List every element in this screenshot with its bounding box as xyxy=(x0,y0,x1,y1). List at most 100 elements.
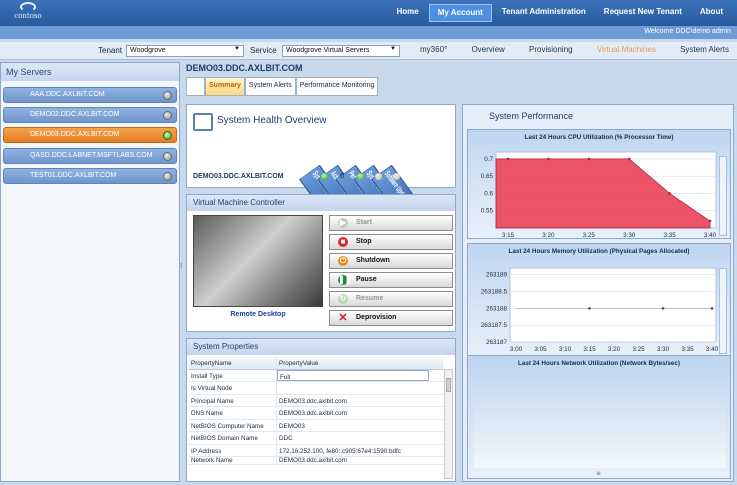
service-select[interactable]: Woodgrove Virtual Servers ▼ xyxy=(282,45,400,57)
logo-text: contoso xyxy=(14,12,42,20)
tab-performance-monitoring[interactable]: Performance Monitoring xyxy=(295,77,379,96)
table-row[interactable]: Install Type Full xyxy=(189,369,443,382)
subnav-overview[interactable]: Overview xyxy=(471,45,504,60)
memory-data-point xyxy=(710,307,714,310)
memory-x-tick: 3:40 xyxy=(706,346,719,353)
table-row[interactable]: IP Address 172.16.252.100, fe80::c905:67e… xyxy=(189,444,443,457)
active-alerts-count[interactable]: 0 xyxy=(340,172,344,180)
cpu-chart-scrollbar[interactable] xyxy=(719,156,727,236)
memory-y-tick: 263187.5 xyxy=(481,322,508,329)
sub-nav: my360° Overview Provisioning Virtual Mac… xyxy=(410,42,737,60)
topnav-tenant-administration[interactable]: Tenant Administration xyxy=(494,4,594,22)
server-item-demo02[interactable]: DEMO02.DDC.AXLBIT.COM xyxy=(3,107,177,123)
prop-name: NetBIOS Computer Name xyxy=(189,419,277,431)
deprovision-button-label: Deprovision xyxy=(356,314,397,321)
resize-grip-icon[interactable]: ≡ xyxy=(596,470,601,477)
server-item-test01[interactable]: TEST01.DDC.AXLBIT.COM xyxy=(3,168,177,184)
server-item-demo03[interactable]: DEMO03.DDC.AXLBIT.COM xyxy=(3,127,177,143)
cpu-y-tick: 0.65 xyxy=(481,173,494,180)
pause-button[interactable]: ❚❚ Pause xyxy=(329,272,453,288)
subnav-provisioning[interactable]: Provisioning xyxy=(529,45,573,60)
memory-chart-scrollbar[interactable] xyxy=(719,268,727,354)
memory-y-tick: 263189 xyxy=(486,272,508,279)
system-performance-title: System Performance xyxy=(489,111,574,121)
vm-controller-title: Virtual Machine Controller xyxy=(187,195,455,211)
performance-status-icon xyxy=(357,173,364,180)
scrollbar-thumb[interactable] xyxy=(446,378,451,392)
topnav-request-new-tenant[interactable]: Request New Tenant xyxy=(596,4,690,22)
server-name: DEMO02.DDC.AXLBIT.COM xyxy=(30,111,120,118)
logo-ring-icon xyxy=(20,2,36,12)
stop-icon: ■ xyxy=(338,237,348,247)
tab-summary[interactable]: Summary xyxy=(205,77,245,96)
memory-plot-area xyxy=(509,267,717,343)
system-health-panel: System Health Overview System Health Act… xyxy=(186,104,456,215)
cpu-data-point xyxy=(708,219,712,223)
resume-button[interactable]: ↻ Resume xyxy=(329,291,453,307)
prop-name: DNS Name xyxy=(189,407,277,419)
vm-controller-panel: Virtual Machine Controller Remote Deskto… xyxy=(186,194,456,332)
table-row[interactable]: NetBIOS Domain Name DDC xyxy=(189,432,443,445)
prop-name: NetBIOS Domain Name xyxy=(189,432,277,444)
tenant-select[interactable]: Woodgrove ▼ xyxy=(126,45,244,57)
monitor-icon xyxy=(193,113,213,131)
cpu-x-tick: 3:40 xyxy=(704,232,717,239)
remote-desktop-link[interactable]: Remote Desktop xyxy=(193,311,323,318)
resume-icon: ↻ xyxy=(338,294,348,304)
server-name: AAA.DDC.AXLBIT.COM xyxy=(30,91,105,98)
welcome-text: Welcome DDC\demo admin xyxy=(0,26,737,39)
pause-icon: ❚❚ xyxy=(338,275,352,285)
column-header-name[interactable]: PropertyName xyxy=(189,357,277,369)
cpu-y-tick: 0.6 xyxy=(484,190,493,197)
status-dot-icon xyxy=(163,131,172,140)
status-dot-icon xyxy=(163,91,172,100)
properties-scrollbar[interactable] xyxy=(444,369,453,479)
memory-data-point xyxy=(588,307,591,310)
topnav-about[interactable]: About xyxy=(692,4,731,22)
shutdown-button[interactable]: ⏻ Shutdown xyxy=(329,253,453,269)
resume-button-label: Resume xyxy=(356,295,384,302)
shutdown-icon: ⏻ xyxy=(338,256,348,266)
server-item-aaa[interactable]: AAA.DDC.AXLBIT.COM xyxy=(3,87,177,103)
tenant-label: Tenant xyxy=(98,46,123,55)
stop-button[interactable]: ■ Stop xyxy=(329,234,453,250)
cpu-chart-plot: 0.7 0.65 0.6 0.55 3:15 3:20 3:25 3:30 3:35 3:40 xyxy=(481,151,717,239)
chevron-down-icon: ▼ xyxy=(234,46,240,52)
network-chart: Last 24 Hours Network Utilization (Netwo… xyxy=(467,355,731,479)
table-row[interactable]: DNS Name DEMO03.ddc.axlbit.com xyxy=(189,407,443,420)
start-button[interactable]: ▶ Start xyxy=(329,215,453,231)
health-status-icon xyxy=(321,173,328,180)
network-plot-area xyxy=(474,376,726,468)
status-dot-icon xyxy=(163,111,172,120)
column-header-value[interactable]: PropertyValue xyxy=(277,357,443,369)
prop-value xyxy=(277,382,443,394)
memory-x-tick: 3:20 xyxy=(608,346,621,353)
system-health-title: System Health Overview xyxy=(217,115,327,126)
deprovision-button[interactable]: ✕ Deprovision xyxy=(329,310,453,326)
subnav-virtual-machines[interactable]: Virtual Machines xyxy=(597,45,656,60)
prop-value-input[interactable]: Full xyxy=(277,369,429,381)
panel-splitter-handle[interactable]: ⁞ xyxy=(180,262,184,276)
start-button-label: Start xyxy=(356,219,372,226)
topnav-my-account[interactable]: My Account xyxy=(428,4,492,22)
tab-system-alerts[interactable]: System Alerts xyxy=(244,77,296,96)
server-item-qasd[interactable]: QASD.DDC.LABNET.MSFTLABS.COM xyxy=(3,148,177,164)
table-row[interactable]: Network Name DEMO03.ddc.axlbit.com xyxy=(189,457,443,465)
cpu-data-point xyxy=(668,192,671,195)
table-row[interactable]: Is Virtual Node xyxy=(189,382,443,395)
subnav-my360[interactable]: my360° xyxy=(420,45,447,60)
table-row[interactable]: NetBIOS Computer Name DEMO03 xyxy=(189,419,443,432)
table-row[interactable]: Principal Name DEMO03.ddc.axlbit.com xyxy=(189,394,443,407)
subnav-system-alerts[interactable]: System Alerts xyxy=(680,45,729,60)
cpu-y-tick: 0.7 xyxy=(484,156,493,163)
topnav-home[interactable]: Home xyxy=(389,4,427,22)
status-dot-icon xyxy=(163,152,172,161)
update-status-icon xyxy=(393,173,400,180)
backup-status-icon xyxy=(375,173,382,180)
remote-desktop-thumbnail[interactable] xyxy=(193,215,323,307)
contoso-logo[interactable]: contoso xyxy=(6,2,50,24)
cpu-x-tick: 3:35 xyxy=(663,232,676,239)
pause-button-label: Pause xyxy=(356,276,377,283)
system-properties-title: System Properties xyxy=(187,339,455,355)
x-icon: ✕ xyxy=(338,312,348,324)
